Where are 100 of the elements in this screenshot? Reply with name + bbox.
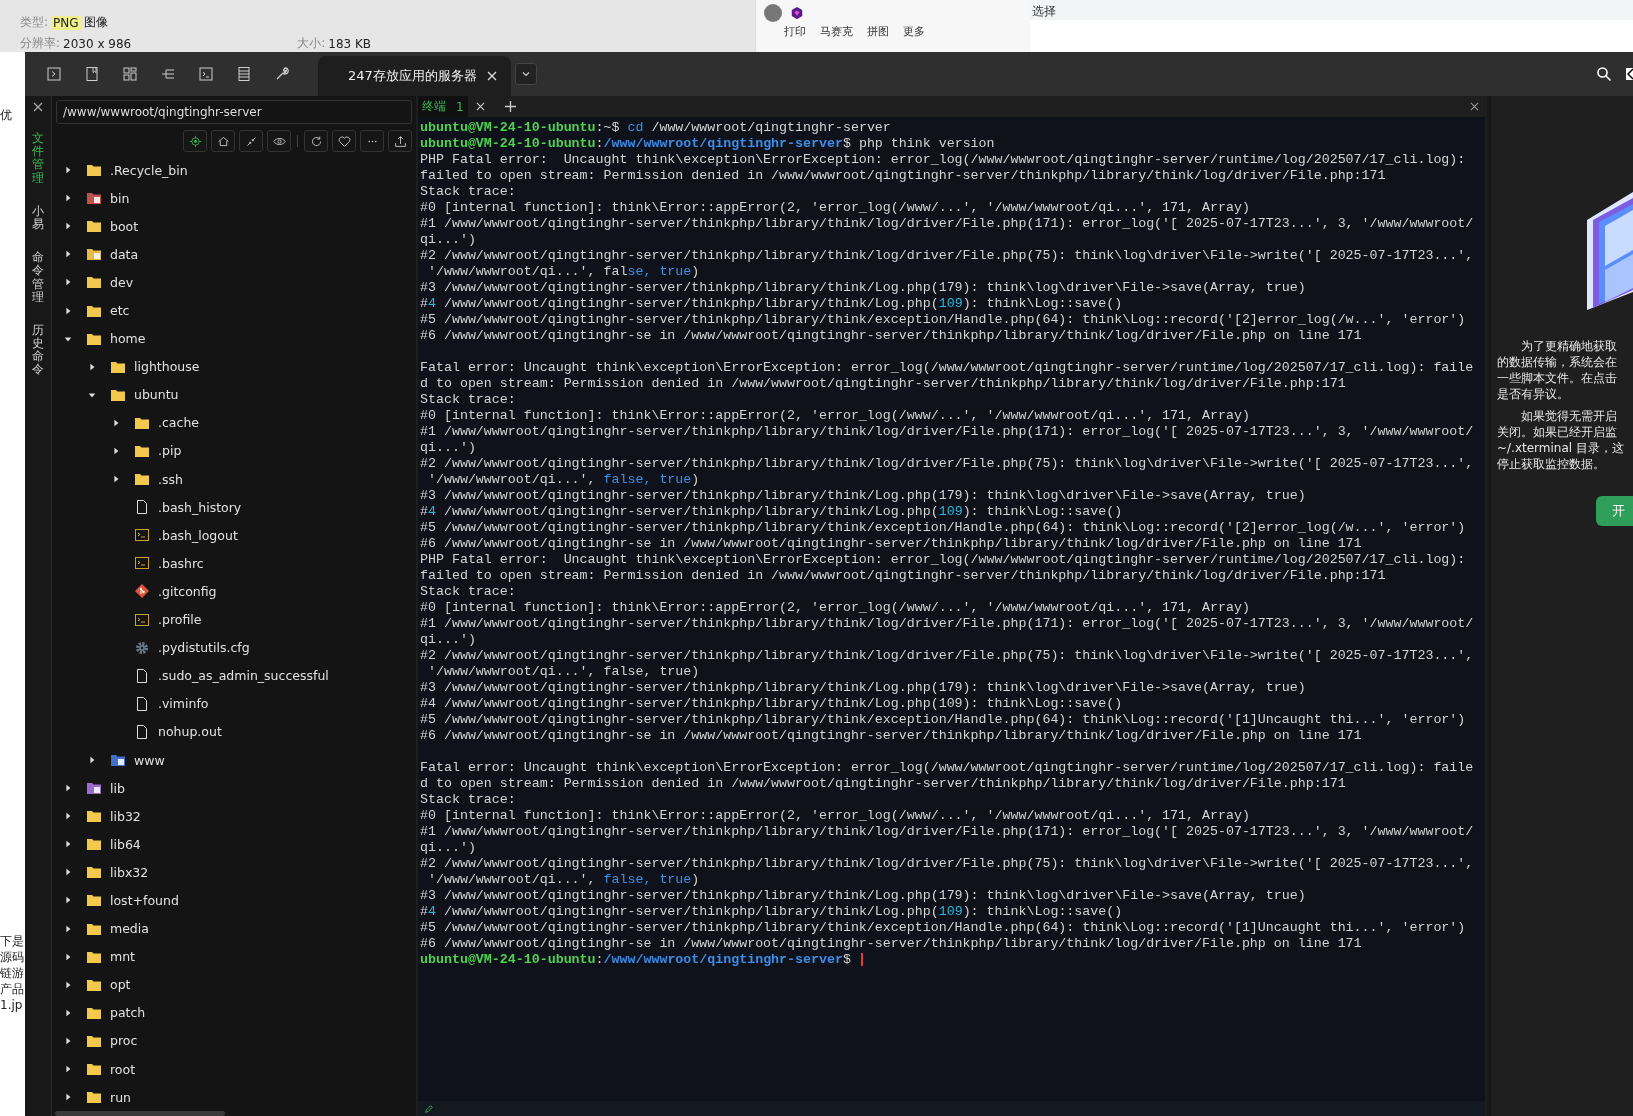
tree-item[interactable]: .cache	[158, 415, 199, 431]
plus-icon[interactable]	[504, 101, 516, 112]
search-icon[interactable]	[1596, 66, 1612, 82]
expand-arrow-icon[interactable]	[64, 868, 72, 877]
session-tab[interactable]: 247存放应用的服务器	[318, 56, 511, 96]
tree-item[interactable]: nohup.out	[158, 724, 222, 740]
tree-item[interactable]: boot	[110, 218, 139, 234]
pencil-icon[interactable]	[424, 1104, 434, 1115]
upload-button[interactable]	[388, 130, 412, 152]
list-icon[interactable]	[236, 66, 252, 82]
collapse-button[interactable]	[239, 130, 263, 152]
tree-item[interactable]: media	[110, 921, 149, 937]
close-icon[interactable]	[33, 102, 43, 112]
expand-arrow-icon[interactable]	[64, 1093, 72, 1102]
tree-item[interactable]: .gitconfig	[158, 583, 217, 599]
expand-arrow-icon[interactable]	[64, 166, 72, 175]
console-icon[interactable]	[198, 66, 214, 82]
expand-arrow-icon[interactable]	[88, 362, 96, 371]
expand-arrow-icon[interactable]	[64, 896, 72, 905]
expand-arrow-icon[interactable]	[88, 390, 96, 399]
chevron-left-icon[interactable]	[1626, 68, 1633, 80]
tree-icon[interactable]	[160, 66, 176, 82]
expand-arrow-icon[interactable]	[64, 840, 72, 849]
expand-arrow-icon[interactable]	[64, 952, 72, 961]
tree-item[interactable]: libx32	[110, 864, 149, 880]
expand-arrow-icon[interactable]	[64, 194, 72, 203]
locate-button[interactable]	[183, 130, 207, 152]
refresh-button[interactable]	[304, 130, 328, 152]
expand-arrow-icon[interactable]	[112, 475, 120, 484]
tree-item[interactable]: data	[110, 246, 139, 262]
tree-item[interactable]: .profile	[158, 612, 202, 628]
close-icon[interactable]	[475, 102, 485, 111]
tree-item[interactable]: mnt	[110, 949, 135, 965]
toolbar-item[interactable]: 马赛克	[820, 24, 853, 39]
tree-item[interactable]: bin	[110, 190, 130, 206]
expand-arrow-icon[interactable]	[64, 812, 72, 821]
expand-arrow-icon[interactable]	[64, 222, 72, 231]
tree-item[interactable]: .sudo_as_admin_successful	[158, 668, 329, 684]
toolbar-item[interactable]: 拼图	[867, 24, 889, 39]
tree-item[interactable]: .pip	[158, 443, 182, 459]
tree-item[interactable]: etc	[110, 303, 130, 318]
tree-item[interactable]: .bashrc	[158, 555, 204, 571]
tree-item[interactable]: lib	[110, 780, 125, 796]
tree-item[interactable]: .ssh	[158, 471, 183, 487]
expand-arrow-icon[interactable]	[112, 447, 120, 455]
hexagon-icon[interactable]	[790, 6, 804, 20]
side-tab[interactable]: 文件管理	[32, 132, 44, 185]
tree-item[interactable]: lost+found	[110, 893, 179, 908]
scrollbar-thumb[interactable]	[55, 1111, 225, 1116]
tree-item[interactable]: run	[110, 1089, 131, 1105]
tree-item[interactable]: www	[134, 752, 165, 768]
expand-arrow-icon[interactable]	[64, 306, 72, 315]
tree-item[interactable]: .viminfo	[158, 696, 209, 712]
toolbar-item[interactable]: 打印	[784, 24, 806, 39]
expand-arrow-icon[interactable]	[64, 250, 72, 259]
tree-item[interactable]: dev	[110, 274, 134, 290]
tree-item[interactable]: patch	[110, 1005, 146, 1021]
terminal-icon[interactable]	[46, 66, 62, 82]
tree-item[interactable]: opt	[110, 977, 131, 993]
home-button[interactable]	[211, 130, 235, 152]
expand-arrow-icon[interactable]	[64, 334, 72, 343]
expand-arrow-icon[interactable]	[64, 784, 72, 793]
tree-item[interactable]: ubuntu	[134, 387, 179, 403]
grid-icon[interactable]	[122, 66, 138, 82]
eye-button[interactable]	[267, 130, 291, 152]
toolbar-item[interactable]: 更多	[903, 24, 925, 39]
side-tab[interactable]: 历史命令	[32, 323, 44, 377]
expand-arrow-icon[interactable]	[64, 1036, 72, 1045]
tree-item[interactable]: lib64	[110, 836, 141, 852]
tree-item[interactable]: proc	[110, 1033, 138, 1049]
tree-item[interactable]: .bash_logout	[158, 527, 238, 543]
tree-item[interactable]: .Recycle_bin	[110, 162, 188, 178]
tree-item[interactable]: home	[110, 331, 146, 347]
expand-arrow-icon[interactable]	[64, 924, 72, 933]
close-icon[interactable]	[1470, 102, 1479, 111]
heart-button[interactable]	[332, 130, 356, 152]
file-icon	[134, 667, 150, 684]
wrench-icon[interactable]	[274, 66, 290, 82]
expand-arrow-icon[interactable]	[64, 1065, 72, 1074]
bookmark-icon[interactable]	[84, 66, 100, 82]
expand-arrow-icon[interactable]	[64, 1008, 72, 1017]
expand-arrow-icon[interactable]	[64, 980, 72, 989]
tree-item[interactable]: .bash_history	[158, 499, 242, 515]
tree-item[interactable]: .pydistutils.cfg	[158, 640, 250, 656]
dropdown-button[interactable]	[514, 63, 537, 85]
tree-item[interactable]: lighthouse	[134, 359, 200, 375]
tree-item[interactable]: root	[110, 1061, 136, 1077]
select-label[interactable]: 选择	[1030, 4, 1056, 18]
terminal-tab[interactable]: 终端 1	[418, 96, 468, 117]
folder-icon	[86, 864, 102, 881]
expand-arrow-icon[interactable]	[112, 418, 120, 427]
side-tab[interactable]: 命令管理	[32, 251, 44, 304]
path-field[interactable]: /www/wwwroot/qingtinghr-server	[56, 100, 412, 124]
side-tab[interactable]: 小易	[32, 204, 44, 232]
expand-arrow-icon[interactable]	[88, 756, 96, 764]
terminal-line: #3 /www/wwwroot/qingtinghr-server/thinkphp/library/think/Log.php(179): think\log\driver\File->save(Array, true)	[420, 888, 1306, 904]
tree-item[interactable]: lib32	[110, 808, 141, 824]
avatar[interactable]	[764, 4, 782, 22]
expand-arrow-icon[interactable]	[64, 278, 72, 287]
terminal-line: #6 /www/wwwroot/qingtinghr-se in /www/wwwroot/qingtinghr-server/thinkphp/library/think/log/driver/File.php on line 171	[420, 728, 1362, 744]
